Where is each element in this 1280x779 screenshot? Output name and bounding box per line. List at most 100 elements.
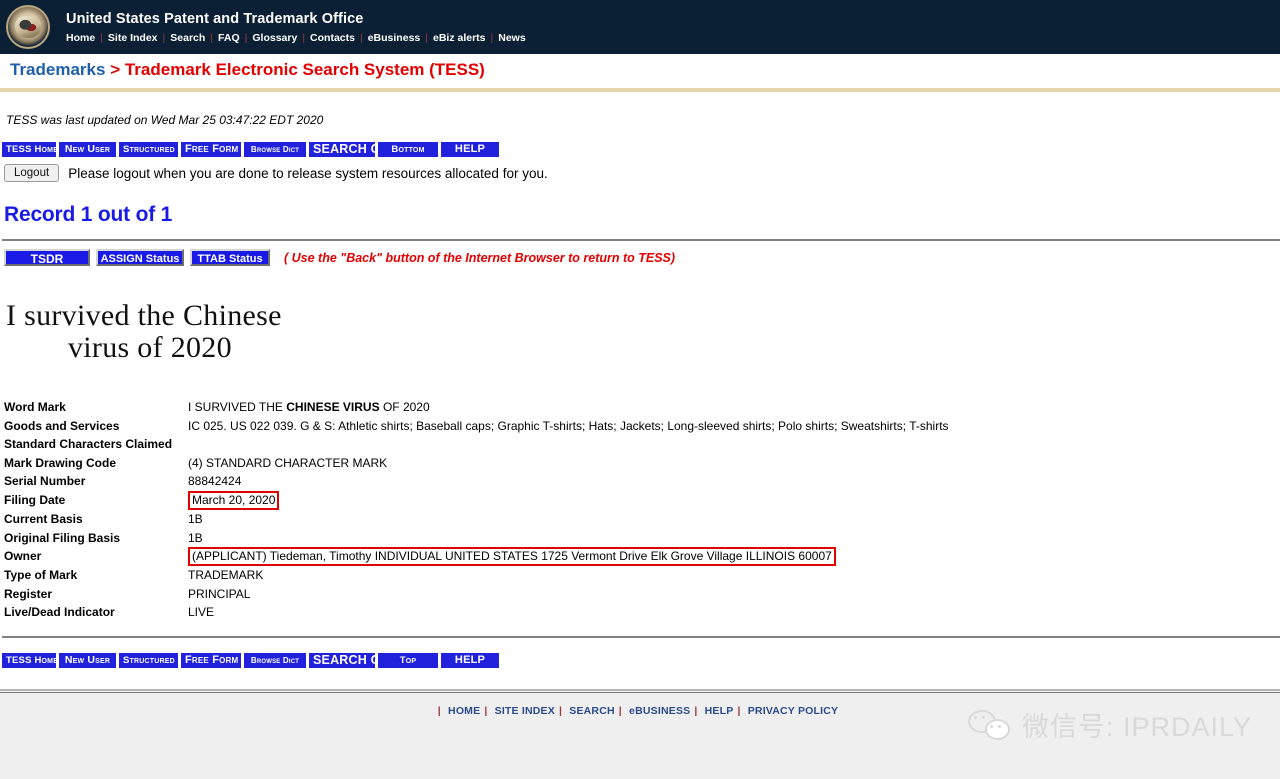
- last-updated-text: TESS was last updated on Wed Mar 25 03:4…: [6, 113, 324, 127]
- banner-nav[interactable]: Home | Site Index | Search | FAQ | Glossary |…: [66, 32, 531, 44]
- breadcrumb-separator: >: [110, 60, 121, 79]
- record-heading: Record 1 out of 1: [4, 203, 173, 226]
- structured-button-bottom[interactable]: Structured: [119, 652, 178, 668]
- logout-button[interactable]: Logout: [4, 164, 60, 182]
- footer-link-help[interactable]: HELP: [701, 705, 738, 717]
- banner-nav-faq[interactable]: FAQ: [213, 32, 245, 44]
- field-label: Live/Dead Indicator: [4, 605, 115, 620]
- field-label: Register: [4, 586, 53, 601]
- ttab-status-button[interactable]: TTAB Status: [190, 249, 270, 266]
- banner-nav-search[interactable]: Search: [165, 32, 210, 44]
- banner-nav-ebiz-alerts[interactable]: eBiz alerts: [428, 32, 491, 44]
- gold-divider: [0, 88, 1280, 92]
- field-value-register: PRINCIPAL: [188, 586, 251, 601]
- free-form-button-bottom[interactable]: Free Form: [181, 652, 241, 668]
- wechat-watermark: 微信号: IPRDAILY: [967, 705, 1252, 744]
- top-button[interactable]: Top: [378, 652, 438, 668]
- agency-title: United States Patent and Trademark Offic…: [66, 10, 364, 27]
- table-row: Live/Dead Indicator LIVE: [2, 603, 949, 622]
- divider-top: [2, 239, 1280, 241]
- field-label: Goods and Services: [4, 418, 120, 433]
- wechat-dot: [973, 715, 977, 719]
- table-row: Type of Mark TRADEMARK: [2, 566, 949, 585]
- footer-link-site-index[interactable]: SITE INDEX: [491, 705, 559, 717]
- new-user-button-bottom[interactable]: New User: [59, 652, 116, 668]
- search-og-button-bottom[interactable]: SEARCH OG: [309, 652, 390, 668]
- table-row: Filing Date March 20, 2020: [2, 490, 949, 510]
- watermark-text: 微信号: IPRDAILY: [1021, 712, 1252, 742]
- table-row: Standard Characters Claimed: [2, 435, 949, 454]
- divider-bottom: [2, 635, 1280, 638]
- free-form-button[interactable]: Free Form: [181, 142, 241, 157]
- toolbar-top[interactable]: TESS Home New User Structured Free Form …: [2, 142, 1280, 157]
- field-value-word-mark: I SURVIVED THE CHINESE VIRUS OF 2020: [188, 398, 949, 417]
- field-value-original-filing-basis: 1B: [188, 530, 203, 545]
- footer-separator: |: [437, 705, 441, 717]
- browse-dict-button[interactable]: Browse Dict: [244, 142, 306, 157]
- footer-link-home[interactable]: HOME: [444, 705, 484, 717]
- field-label: Serial Number: [4, 474, 86, 489]
- bottom-button[interactable]: Bottom: [378, 142, 438, 157]
- field-value-current-basis: 1B: [188, 511, 203, 526]
- wechat-dot: [981, 715, 985, 719]
- table-row: Word Mark I SURVIVED THE CHINESE VIRUS O…: [2, 398, 949, 417]
- new-user-button[interactable]: New User: [59, 142, 116, 157]
- page-footer: | HOME | SITE INDEX | SEARCH | eBUSINESS | H…: [0, 689, 1280, 779]
- tess-home-button-bottom[interactable]: TESS Home: [2, 652, 58, 668]
- footer-separator: |: [484, 705, 488, 717]
- field-label: Type of Mark: [4, 568, 78, 583]
- uspto-seal-icon: [6, 5, 50, 49]
- table-row: Current Basis 1B: [2, 510, 949, 529]
- breadcrumb-strip: Trademarks > Trademark Electronic Search…: [0, 54, 1280, 81]
- wechat-dot: [989, 724, 993, 728]
- field-value-filing-date-cell: March 20, 2020: [188, 490, 949, 510]
- help-button[interactable]: HELP: [441, 142, 499, 157]
- footer-link-search[interactable]: SEARCH: [565, 705, 619, 717]
- tess-home-button[interactable]: TESS Home: [2, 142, 58, 157]
- banner-nav-contacts[interactable]: Contacts: [305, 32, 360, 44]
- banner-nav-home[interactable]: Home: [66, 32, 100, 44]
- footer-separator: |: [737, 705, 741, 717]
- tsdr-button[interactable]: TSDR: [4, 249, 90, 266]
- word-mark-highlight: CHINESE VIRUS: [286, 400, 380, 414]
- field-label: Word Mark: [4, 400, 66, 414]
- field-label: Filing Date: [4, 492, 66, 507]
- field-value-mark-drawing-code: (4) STANDARD CHARACTER MARK: [188, 455, 388, 470]
- banner-nav-site-index[interactable]: Site Index: [103, 32, 163, 44]
- field-label: Standard Characters Claimed: [4, 437, 173, 452]
- assign-status-button[interactable]: ASSIGN Status: [96, 249, 184, 266]
- footer-separator: |: [694, 705, 698, 717]
- field-value-goods-services: IC 025. US 022 039. G & S: Athletic shir…: [188, 418, 949, 433]
- field-label: Current Basis: [4, 511, 83, 526]
- table-row: Goods and Services IC 025. US 022 039. G…: [2, 417, 949, 436]
- main-content: TESS was last updated on Wed Mar 25 03:4…: [0, 113, 1280, 668]
- mark-drawing-line-1: I survived the Chinese: [6, 299, 282, 332]
- table-row: Serial Number 88842424: [2, 472, 949, 491]
- back-button-note: ( Use the "Back" button of the Internet …: [284, 250, 676, 265]
- field-label: Original Filing Basis: [4, 530, 121, 545]
- breadcrumb-parent[interactable]: Trademarks: [10, 60, 105, 79]
- field-label: Mark Drawing Code: [4, 455, 117, 470]
- wechat-bubble-small: [984, 718, 1010, 740]
- search-og-button[interactable]: SEARCH OG: [309, 142, 390, 157]
- browse-dict-button-bottom[interactable]: Browse Dict: [244, 652, 306, 668]
- footer-link-privacy-policy[interactable]: PRIVACY POLICY: [744, 705, 843, 717]
- banner-nav-news[interactable]: News: [493, 32, 530, 44]
- word-mark-prefix: I SURVIVED THE: [188, 400, 287, 414]
- breadcrumb: Trademarks > Trademark Electronic Search…: [10, 59, 1280, 81]
- footer-link-ebusiness[interactable]: eBUSINESS: [625, 705, 694, 717]
- record-field-table: Word Mark I SURVIVED THE CHINESE VIRUS O…: [2, 398, 949, 622]
- toolbar-bottom[interactable]: TESS Home New User Structured Free Form …: [2, 652, 1280, 668]
- banner-nav-glossary[interactable]: Glossary: [247, 32, 302, 44]
- help-button-bottom[interactable]: HELP: [441, 652, 499, 668]
- banner-nav-ebusiness[interactable]: eBusiness: [363, 32, 426, 44]
- field-value-filing-date: March 20, 2020: [188, 490, 280, 510]
- logout-row: Logout Please logout when you are done t…: [4, 164, 1280, 182]
- status-button-row[interactable]: TSDR ASSIGN Status TTAB Status ( Use the…: [4, 249, 1280, 266]
- structured-button[interactable]: Structured: [119, 142, 178, 157]
- field-value-live-dead-indicator: LIVE: [188, 605, 215, 620]
- wechat-icon: [967, 709, 1012, 740]
- table-row: Owner (APPLICANT) Tiedeman, Timothy INDI…: [2, 547, 949, 567]
- field-value-owner-cell: (APPLICANT) Tiedeman, Timothy INDIVIDUAL…: [188, 547, 949, 567]
- footer-separator: |: [618, 705, 622, 717]
